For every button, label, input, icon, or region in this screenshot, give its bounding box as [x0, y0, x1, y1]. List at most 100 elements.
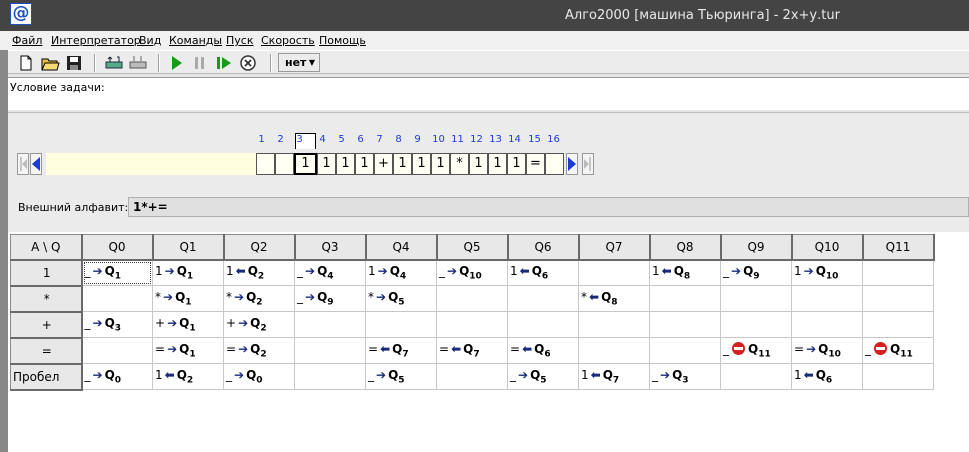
command-cell[interactable]: _ ➔ Q9 — [720, 259, 792, 286]
command-cell[interactable] — [578, 337, 650, 364]
command-cell[interactable]: = ➔ Q1 — [152, 337, 224, 364]
tape-edit-icon[interactable] — [104, 53, 124, 73]
symbol-header[interactable]: = — [10, 337, 83, 365]
command-cell[interactable] — [294, 363, 366, 390]
command-cell[interactable]: * ➔ Q2 — [223, 285, 295, 312]
symbol-header[interactable]: Пробел — [10, 363, 83, 391]
tape-cell[interactable]: 1 — [412, 153, 431, 175]
state-header[interactable]: Q0 — [81, 234, 154, 261]
command-cell[interactable]: _ ➔ Q9 — [294, 285, 366, 312]
tape-last-button[interactable] — [582, 153, 594, 175]
command-cell[interactable]: _ ➔ Q0 — [81, 363, 153, 390]
menu-interpreter[interactable]: Интерпретатор — [51, 34, 141, 47]
command-cell[interactable] — [81, 337, 153, 364]
command-cell[interactable] — [791, 285, 863, 312]
step-icon[interactable] — [214, 53, 234, 73]
tape-cell[interactable] — [275, 153, 294, 175]
command-cell[interactable]: _ ➔ Q3 — [649, 363, 721, 390]
play-icon[interactable] — [166, 53, 186, 73]
command-cell[interactable]: 1 ⬅ Q2 — [223, 259, 295, 286]
command-cell[interactable] — [507, 285, 579, 312]
symbol-header[interactable]: 1 — [10, 259, 83, 287]
command-cell[interactable]: = ⬅ Q7 — [365, 337, 437, 364]
state-header[interactable]: Q11 — [862, 234, 935, 261]
command-cell[interactable]: _ ➔ Q5 — [365, 363, 437, 390]
tape-clear-icon[interactable] — [128, 53, 148, 73]
command-cell[interactable] — [365, 311, 437, 338]
command-cell[interactable] — [81, 285, 153, 312]
command-cell[interactable] — [720, 311, 792, 338]
state-header[interactable]: Q6 — [507, 234, 580, 261]
menu-speed[interactable]: Скорость — [261, 34, 315, 47]
state-header[interactable]: Q9 — [720, 234, 793, 261]
tape-cell-current[interactable]: 1 — [294, 153, 317, 175]
tape-cell[interactable]: = — [526, 153, 545, 175]
stop-icon[interactable] — [238, 53, 258, 73]
command-cell[interactable]: _ ➔ Q5 — [507, 363, 579, 390]
state-header[interactable]: Q3 — [294, 234, 367, 261]
tape-cell[interactable]: + — [374, 153, 393, 175]
command-cell[interactable] — [436, 363, 508, 390]
command-cell[interactable]: _ ➔ Q3 — [81, 311, 153, 338]
command-cell[interactable]: = ⬅ Q7 — [436, 337, 508, 364]
command-cell[interactable] — [862, 259, 934, 286]
state-header[interactable]: Q7 — [578, 234, 651, 261]
command-cell[interactable]: 1 ➔ Q4 — [365, 259, 437, 286]
command-cell[interactable] — [649, 311, 721, 338]
tape-cell[interactable] — [545, 153, 564, 175]
command-cell[interactable] — [720, 285, 792, 312]
command-cell[interactable]: 1 ➔ Q10 — [791, 259, 863, 286]
menu-help[interactable]: Помощь — [319, 34, 366, 47]
tape-cell[interactable]: 1 — [336, 153, 355, 175]
command-cell[interactable]: 1 ⬅ Q6 — [507, 259, 579, 286]
command-cell[interactable]: = ➔ Q2 — [223, 337, 295, 364]
command-cell[interactable]: _ Q11 — [862, 337, 934, 364]
command-cell[interactable]: * ⬅ Q8 — [578, 285, 650, 312]
state-header[interactable]: Q8 — [649, 234, 722, 261]
command-cell[interactable]: 1 ➔ Q1 — [152, 259, 224, 286]
command-cell[interactable] — [436, 311, 508, 338]
tape-left-button[interactable] — [30, 153, 42, 175]
command-cell[interactable]: * ➔ Q1 — [152, 285, 224, 312]
command-cell[interactable] — [649, 285, 721, 312]
command-cell[interactable] — [862, 311, 934, 338]
menu-file[interactable]: Файл — [12, 34, 42, 47]
pause-icon[interactable] — [190, 53, 210, 73]
command-cell[interactable] — [791, 311, 863, 338]
tape-cell[interactable]: 1 — [469, 153, 488, 175]
tape-cell[interactable]: 1 — [488, 153, 507, 175]
tape-cell[interactable] — [256, 153, 275, 175]
command-cell[interactable] — [862, 285, 934, 312]
command-cell[interactable]: _ ➔ Q1 — [81, 259, 153, 286]
command-cell[interactable]: 1 ⬅ Q2 — [152, 363, 224, 390]
alphabet-field[interactable]: 1*+= — [128, 197, 969, 217]
command-cell[interactable]: 1 ⬅ Q6 — [791, 363, 863, 390]
command-cell[interactable]: _ Q11 — [720, 337, 792, 364]
command-cell[interactable] — [436, 285, 508, 312]
state-header[interactable]: Q5 — [436, 234, 509, 261]
command-cell[interactable]: _ ➔ Q4 — [294, 259, 366, 286]
menu-run[interactable]: Пуск — [226, 34, 253, 47]
command-cell[interactable] — [862, 363, 934, 390]
symbol-header[interactable]: + — [10, 311, 83, 339]
tape-cell[interactable]: 1 — [393, 153, 412, 175]
tape-cell[interactable]: 1 — [317, 153, 336, 175]
command-cell[interactable]: 1 ⬅ Q8 — [649, 259, 721, 286]
tape-right-button[interactable] — [566, 153, 578, 175]
command-cell[interactable] — [294, 311, 366, 338]
command-cell[interactable] — [507, 311, 579, 338]
command-cell[interactable] — [294, 337, 366, 364]
command-cell[interactable]: + ➔ Q1 — [152, 311, 224, 338]
command-cell[interactable]: = ⬅ Q6 — [507, 337, 579, 364]
open-folder-icon[interactable] — [40, 53, 60, 73]
command-cell[interactable] — [649, 337, 721, 364]
at-icon[interactable]: @ — [10, 3, 32, 25]
tape-cell[interactable]: 1 — [355, 153, 374, 175]
tape-cell[interactable]: 1 — [507, 153, 526, 175]
tape-first-button[interactable] — [17, 153, 29, 175]
command-cell[interactable]: = ➔ Q10 — [791, 337, 863, 364]
command-cell[interactable]: _ ➔ Q10 — [436, 259, 508, 286]
state-header[interactable]: Q4 — [365, 234, 438, 261]
menu-view[interactable]: Вид — [139, 34, 161, 47]
state-header[interactable]: Q2 — [223, 234, 296, 261]
